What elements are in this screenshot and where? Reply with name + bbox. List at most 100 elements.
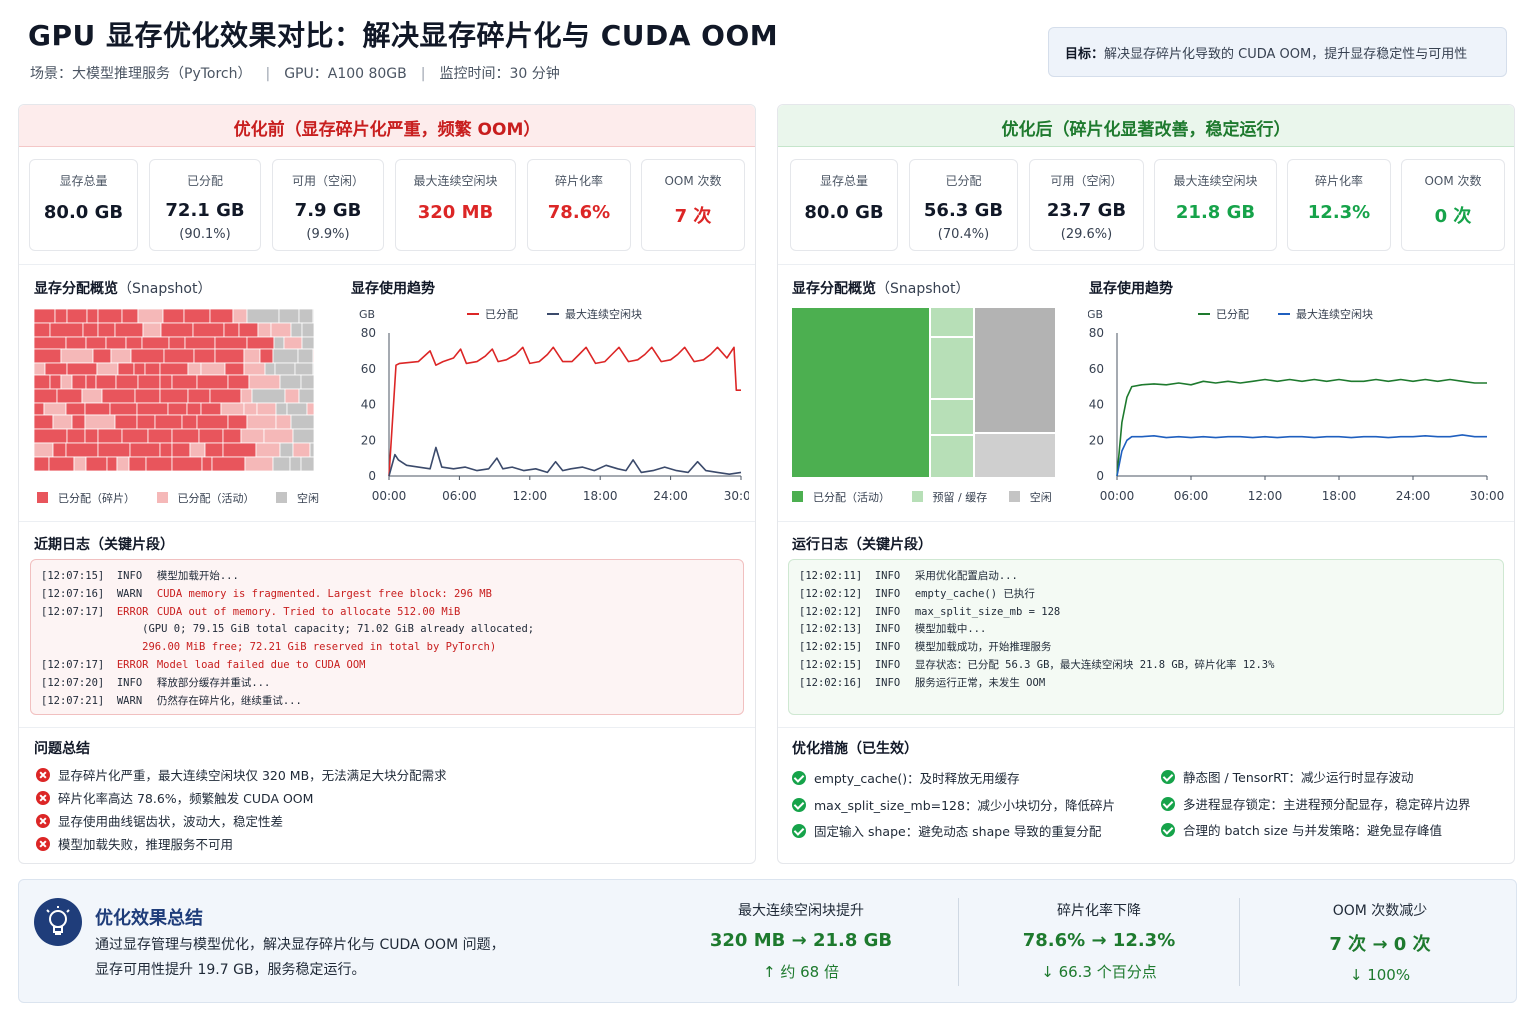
legend-item-free: 空闲 <box>276 492 319 505</box>
summary-box: 优化效果总结 通过显存管理与模型优化，解决显存碎片化与 CUDA OOM 问题，… <box>18 879 1517 1003</box>
memory-block <box>66 309 88 324</box>
stat-card-total: 显存总量 80.0 GB <box>790 159 898 251</box>
log-message: 仍然存在碎片化，继续重试... <box>156 694 302 707</box>
memory-block <box>54 309 68 324</box>
memory-block <box>263 428 294 444</box>
log-level: INFO <box>874 587 901 600</box>
memory-block <box>52 414 73 430</box>
measure-item: 多进程显存锁定：主进程预分配显存，稳定碎片边界 <box>1161 794 1471 813</box>
memory-block <box>292 442 311 458</box>
y-tick-label: 20 <box>361 433 376 447</box>
memory-block <box>243 348 261 364</box>
memory-block <box>214 348 245 364</box>
memory-block <box>159 374 173 390</box>
log-line: [12:02:13] INFO 模型加载中... <box>799 621 1503 639</box>
memory-block <box>243 362 266 376</box>
memory-block <box>159 362 189 376</box>
memory-block <box>34 428 68 444</box>
measures-title: 优化措施（已生效） <box>792 741 918 757</box>
memory-block <box>110 348 132 364</box>
x-tick-label: 30:00 <box>724 489 749 503</box>
memory-block <box>275 402 288 416</box>
series-line <box>388 346 741 477</box>
memory-block <box>298 309 314 324</box>
stat-label: OOM 次数 <box>664 174 722 188</box>
stat-card-largest-block: 最大连续空闲块 21.8 GB <box>1154 159 1277 251</box>
memory-block <box>136 414 156 430</box>
series-line <box>1116 434 1487 477</box>
memory-block <box>97 428 123 444</box>
memory-block <box>97 442 131 458</box>
memory-block <box>256 402 277 416</box>
measure-item: 静态图 / TensorRT：减少运行时显存波动 <box>1161 767 1414 786</box>
log-title: 运行日志（关键片段） <box>792 537 932 553</box>
memory-block <box>65 336 87 350</box>
memory-block <box>133 362 146 376</box>
memory-block <box>101 388 136 404</box>
stat-sub: (29.6%) <box>1060 227 1113 242</box>
memory-block <box>227 414 248 430</box>
divider <box>778 727 1514 728</box>
stat-value: 21.8 GB <box>1175 202 1256 223</box>
stat-label: 可用（空闲） <box>291 174 364 188</box>
memory-block <box>136 402 169 416</box>
legend-label: 空闲 <box>1029 491 1052 504</box>
x-tick-label: 06:00 <box>1174 489 1209 503</box>
memory-treemap-before <box>34 309 314 471</box>
memory-block <box>222 428 242 444</box>
memory-block <box>43 402 67 416</box>
after-stat-row: 显存总量 80.0 GB 已分配 56.3 GB (70.4%) 可用（空闲） … <box>788 159 1506 251</box>
memory-block <box>65 442 99 458</box>
issue-item: 显存碎片化严重，最大连续空闲块仅 320 MB，无法满足大块分配需求 <box>36 765 447 784</box>
memory-block <box>931 436 973 477</box>
memory-block <box>193 348 216 364</box>
memory-block <box>34 336 67 350</box>
page-subtitle: 场景：大模型推理服务（PyTorch） | GPU：A100 80GB | 监控时间：3… <box>30 63 560 83</box>
log-line: [12:07:15] INFO 模型加载开始... <box>41 568 743 586</box>
metric-label: OOM 次数减少 <box>1332 903 1428 919</box>
x-tick-label: 06:00 <box>442 489 477 503</box>
memory-block <box>184 336 216 350</box>
memory-block <box>71 414 86 430</box>
memory-block <box>246 309 280 324</box>
stat-value: 78.6% <box>547 202 611 223</box>
memory-block <box>278 309 300 324</box>
memory-block <box>65 402 86 416</box>
log-message: 释放部分缓存并重试... <box>156 676 271 689</box>
log-box-before: [12:07:15] INFO 模型加载开始... [12:07:16] WARN C… <box>30 559 744 715</box>
log-time: [12:07:15] <box>41 570 117 582</box>
memory-block <box>301 322 314 338</box>
legend-item-reserved: 预留 / 缓存 <box>911 491 987 504</box>
error-icon <box>36 814 50 828</box>
stat-value: 23.7 GB <box>1046 200 1127 221</box>
divider <box>778 264 1514 265</box>
memory-block <box>264 362 276 376</box>
log-line: [12:07:21] WARN 仍然存在碎片化，继续重试... <box>41 693 743 711</box>
snapshot-title: 显存分配概览（Snapshot） <box>792 278 969 298</box>
log-level: INFO <box>874 623 901 636</box>
log-line: 296.00 MiB free; 72.21 GiB reserved in t… <box>41 639 743 657</box>
y-tick-label: 20 <box>1089 433 1104 447</box>
monitor-text: 监控时间：30 分钟 <box>439 66 560 82</box>
legend-label: 已分配 <box>485 308 518 321</box>
memory-block <box>49 374 62 390</box>
y-tick-label: 60 <box>361 362 376 376</box>
measure-text: 多进程显存锁定：主进程预分配显存，稳定碎片边界 <box>1183 797 1471 812</box>
memory-block <box>85 374 97 390</box>
log-line: [12:02:15] INFO 模型加载成功，开始推理服务 <box>799 639 1503 657</box>
memory-block <box>931 400 973 434</box>
legend-label: 空闲 <box>297 492 319 505</box>
issues-title: 问题总结 <box>34 741 90 757</box>
memory-block <box>141 336 170 350</box>
memory-block <box>105 336 127 350</box>
divider <box>19 521 755 522</box>
goal-text: 解决显存碎片化导致的 CUDA OOM，提升显存稳定性与可用性 <box>1104 47 1468 62</box>
legend-label: 已分配（活动） <box>177 492 255 505</box>
memory-block <box>85 336 107 350</box>
summary-line: 通过显存管理与模型优化，解决显存碎片化与 CUDA OOM 问题， <box>95 937 505 953</box>
measure-item: max_split_size_mb=128：减少小块切分，降低碎片 <box>792 795 1115 814</box>
memory-block <box>160 322 194 338</box>
memory-block <box>84 402 111 416</box>
log-level: INFO <box>874 570 901 582</box>
log-box-after: [12:02:11] INFO 采用优化配置启动... [12:02:12] INF… <box>788 559 1504 715</box>
